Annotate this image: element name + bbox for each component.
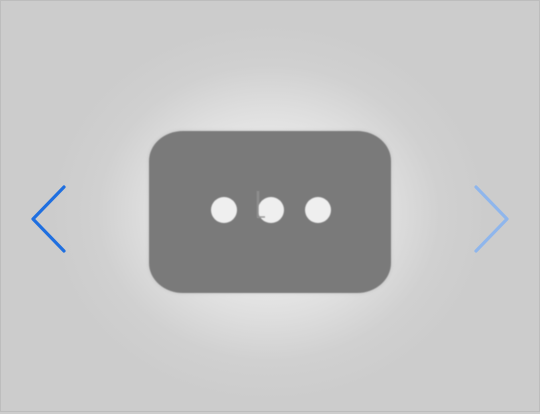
next-button[interactable] xyxy=(473,184,513,254)
chevron-right-icon xyxy=(474,185,509,253)
image-viewer xyxy=(0,0,540,412)
chevron-left-icon xyxy=(31,185,66,253)
text-cursor-icon xyxy=(257,191,265,218)
loading-dot xyxy=(305,197,331,223)
media-placeholder xyxy=(149,131,391,293)
loading-dot xyxy=(211,197,237,223)
previous-button[interactable] xyxy=(27,184,67,254)
